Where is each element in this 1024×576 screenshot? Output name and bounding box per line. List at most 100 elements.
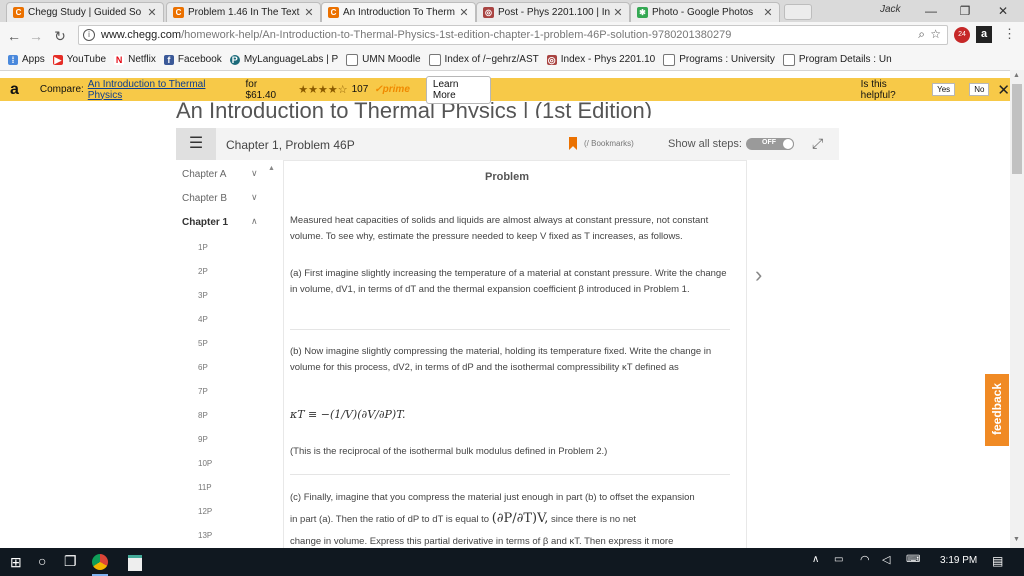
search-icon[interactable]: ○ <box>38 553 46 569</box>
sidebar-problem[interactable]: 8P <box>198 411 208 420</box>
divider <box>290 474 730 475</box>
profile-name[interactable]: Jack <box>880 4 901 15</box>
chapter-list-icon[interactable]: ☰ <box>176 128 216 160</box>
bookmark-netflix[interactable]: NNetflix <box>114 54 156 65</box>
helpful-yes-button[interactable]: Yes <box>932 83 955 96</box>
browser-tab[interactable]: C Problem 1.46 In The Text ✕ <box>166 2 321 22</box>
banner-close-icon[interactable]: ✕ <box>997 81 1010 99</box>
extension-badge-icon[interactable]: 24 <box>954 27 970 43</box>
bookmark-umn-moodle[interactable]: UMN Moodle <box>346 54 420 66</box>
tab-title: Photo - Google Photos <box>652 7 763 18</box>
close-icon[interactable]: ✕ <box>459 6 469 19</box>
tab-title: Problem 1.46 In The Text <box>188 7 304 18</box>
chegg-icon: C <box>13 7 24 18</box>
page-icon <box>663 54 675 66</box>
show-all-steps-toggle[interactable]: OFF <box>746 138 794 150</box>
page-scrollbar[interactable]: ▲ ▼ <box>1010 70 1024 548</box>
star-icon[interactable]: ☆ <box>930 27 941 41</box>
notifications-icon[interactable]: ▤ <box>992 554 1003 568</box>
zoom-icon[interactable]: ⌕ <box>918 27 925 42</box>
problem-label: 3P <box>198 291 208 300</box>
book-title: An Introduction to Thermal Physics | (1s… <box>176 98 652 118</box>
helpful-no-button[interactable]: No <box>969 83 989 96</box>
sidebar-problem[interactable]: 7P <box>198 387 208 396</box>
sidebar-problem[interactable]: 13P <box>198 531 212 540</box>
bookmark-youtube[interactable]: ▶YouTube <box>53 54 106 65</box>
windows-start-icon[interactable]: ⊞ <box>10 554 22 571</box>
sidebar-problem[interactable]: 2P <box>198 267 208 276</box>
battery-icon[interactable]: ▭ <box>834 554 843 565</box>
bookmark-programs[interactable]: Programs : University <box>663 54 775 66</box>
chevron-down-icon[interactable]: ∨ <box>251 168 258 179</box>
scroll-thumb[interactable] <box>1012 84 1022 174</box>
browser-tab-active[interactable]: C An Introduction To Therm ✕ <box>321 2 476 22</box>
sidebar-problem[interactable]: 3P <box>198 291 208 300</box>
bookmark-ribbon-icon[interactable] <box>569 137 577 150</box>
sidebar-problem[interactable]: 4P <box>198 315 208 324</box>
sidebar-problem[interactable]: 11P <box>198 483 212 492</box>
scroll-up-icon[interactable]: ▲ <box>1013 72 1020 79</box>
youtube-icon: ▶ <box>53 55 63 65</box>
bookmark-mylanguagelabs[interactable]: PMyLanguageLabs | P <box>230 54 338 65</box>
minimize-icon[interactable]: — <box>916 2 946 20</box>
bookmark-program-details[interactable]: Program Details : Un <box>783 54 892 66</box>
info-icon[interactable]: i <box>83 29 95 41</box>
chevron-up-icon[interactable]: ∧ <box>251 216 258 227</box>
close-icon[interactable]: ✕ <box>763 6 773 19</box>
expand-icon[interactable]: ⤢ <box>812 135 823 152</box>
close-icon[interactable]: ✕ <box>613 6 623 19</box>
chrome-icon[interactable] <box>92 554 108 570</box>
restore-icon[interactable]: ❐ <box>950 2 980 20</box>
back-icon[interactable]: ← <box>4 26 24 46</box>
sidebar-chapter-b[interactable]: Chapter B <box>182 193 227 204</box>
bookmark-apps[interactable]: ⁞Apps <box>8 54 45 65</box>
bookmark-label: Facebook <box>178 54 222 65</box>
wifi-icon[interactable]: ◠ <box>860 553 870 566</box>
chevron-down-icon[interactable]: ∨ <box>251 192 258 203</box>
bookmark-index-gehrz[interactable]: Index of /~gehrz/AST <box>429 54 539 66</box>
menu-icon[interactable]: ⋮ <box>1003 26 1016 42</box>
address-bar[interactable]: i www.chegg.com/homework-help/An-Introdu… <box>78 25 948 45</box>
sidebar-problem[interactable]: 10P <box>198 459 212 468</box>
canvas-icon: ◎ <box>547 55 557 65</box>
scroll-down-icon[interactable]: ▼ <box>1013 536 1020 543</box>
sidebar-problem[interactable]: 5P <box>198 339 208 348</box>
browser-tab[interactable]: ◎ Post - Phys 2201.100 | In ✕ <box>476 2 630 22</box>
sidebar-scroll-up-icon[interactable]: ▲ <box>268 165 275 172</box>
task-view-icon[interactable]: ❐ <box>64 553 77 570</box>
compare-book-link[interactable]: An Introduction to Thermal Physics <box>88 79 242 101</box>
next-step-arrow-icon[interactable]: › <box>755 262 762 288</box>
photos-app-icon[interactable] <box>128 555 142 571</box>
bookmark-facebook[interactable]: fFacebook <box>164 54 222 65</box>
problem-part-c-text: (c) Finally, imagine that you compress t… <box>290 490 730 506</box>
tab-title: Post - Phys 2201.100 | In <box>498 7 613 18</box>
sidebar-problem[interactable]: 6P <box>198 363 208 372</box>
amazon-extension-icon[interactable]: a <box>976 26 992 43</box>
tray-expand-icon[interactable]: ∧ <box>812 554 819 565</box>
volume-icon[interactable]: ◁ <box>882 553 890 566</box>
tab-title: An Introduction To Therm <box>343 7 459 18</box>
keyboard-icon[interactable]: ⌨ <box>906 554 920 565</box>
browser-tab[interactable]: C Chegg Study | Guided So ✕ <box>6 2 164 22</box>
sidebar-chapter-a[interactable]: Chapter A <box>182 169 226 180</box>
sidebar-chapter-1[interactable]: Chapter 1 <box>182 217 228 228</box>
learn-more-button[interactable]: Learn More <box>426 76 491 104</box>
close-icon[interactable]: ✕ <box>147 6 157 19</box>
forward-icon[interactable]: → <box>26 26 46 46</box>
part-c-text: since there is no net <box>551 514 636 525</box>
sidebar-problem[interactable]: 1P <box>198 243 208 252</box>
bookmark-index-phys[interactable]: ◎Index - Phys 2201.10 <box>547 54 656 65</box>
sidebar-problem[interactable]: 9P <box>198 435 208 444</box>
feedback-tab[interactable]: feedback <box>985 374 1009 446</box>
browser-tab[interactable]: ✱ Photo - Google Photos ✕ <box>630 2 780 22</box>
sidebar-problem[interactable]: 12P <box>198 507 212 516</box>
reload-icon[interactable]: ↻ <box>50 26 70 46</box>
bookmarks-count[interactable]: (/ Bookmarks) <box>584 139 634 148</box>
close-icon[interactable]: ✕ <box>304 6 314 19</box>
window-close-icon[interactable]: ✕ <box>988 2 1018 20</box>
chapter-sidebar: Chapter A ∨ Chapter B ∨ Chapter 1 ∧ 1P 2… <box>176 160 265 550</box>
clock[interactable]: 3:19 PM <box>940 555 977 566</box>
prime-badge: ✓prime <box>374 84 410 95</box>
new-tab-button[interactable] <box>784 4 812 20</box>
rating-count: 107 <box>352 84 369 95</box>
